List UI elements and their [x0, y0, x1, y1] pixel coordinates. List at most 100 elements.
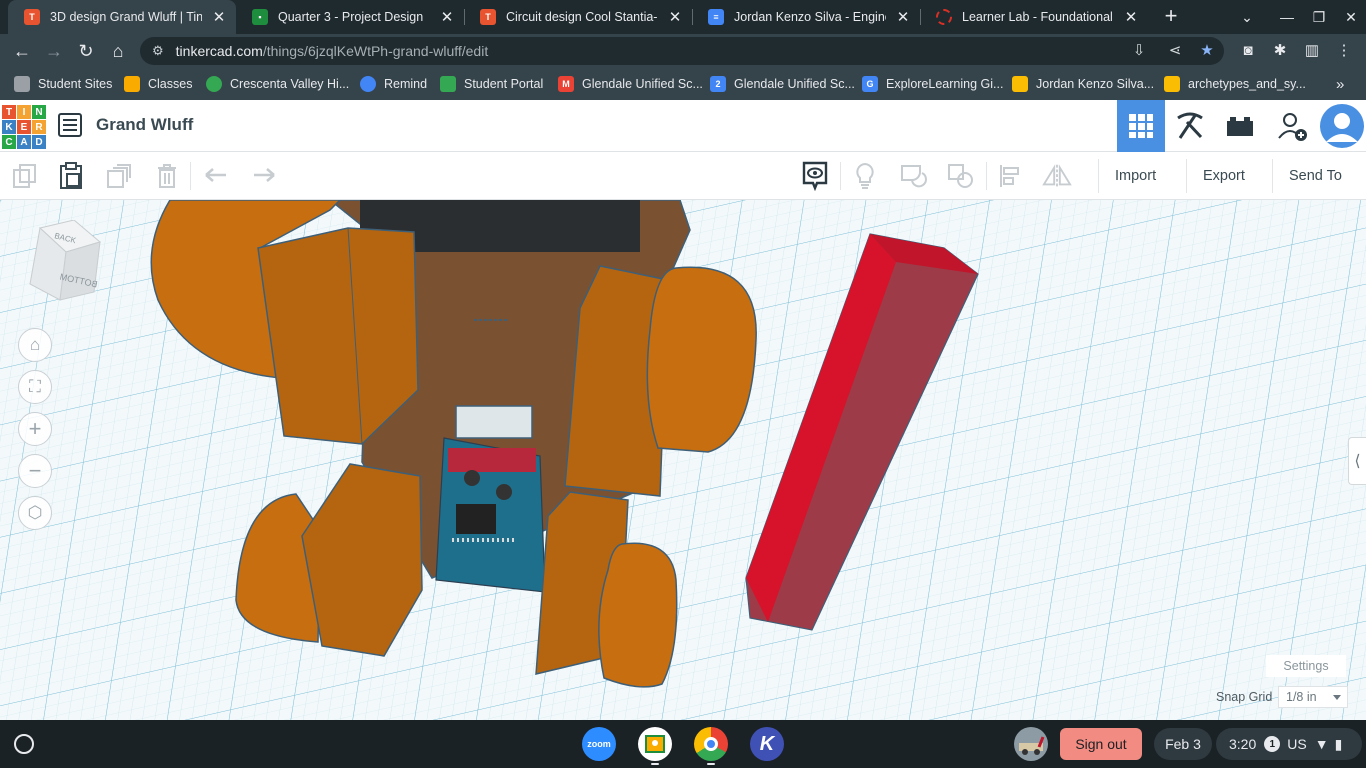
bookmark-star-icon[interactable]: ★ [1196, 37, 1218, 65]
zoom-in-icon[interactable]: + [18, 412, 52, 446]
chrome-menu-icon[interactable]: ⋮ [1330, 37, 1358, 65]
snap-grid-select[interactable]: 1/8 in [1278, 686, 1348, 708]
status-tray[interactable]: 3:20 1 US ▼ ▮ [1216, 728, 1362, 760]
view-cube[interactable]: BACK BOTTOM [28, 220, 104, 304]
bookmark-explorelearning[interactable]: G ExploreLearning Gi... [862, 75, 1003, 93]
editor-toolbar: Import Export Send To [0, 152, 1366, 200]
classroom-icon [124, 76, 140, 92]
bookmark-archetypes[interactable]: archetypes_and_sy... [1164, 75, 1306, 93]
bookmark-student-portal[interactable]: Student Portal [440, 75, 543, 93]
install-app-icon[interactable]: ⇩ [1128, 37, 1150, 65]
site-info-icon[interactable]: ⚙ [152, 43, 164, 59]
home-icon[interactable]: ⌂ [104, 37, 132, 65]
zoom-app-icon[interactable]: zoom [582, 727, 616, 761]
collapse-panel-chevron-icon[interactable]: ⟨ [1348, 437, 1366, 485]
new-tab-icon[interactable]: + [1158, 4, 1184, 30]
bookmark-remind[interactable]: Remind [360, 75, 427, 93]
close-tab-icon[interactable]: ✕ [666, 8, 684, 26]
export-button[interactable]: Export [1186, 159, 1264, 193]
right-rear-wheel[interactable] [646, 266, 757, 453]
bookmark-classes[interactable]: Classes [124, 75, 192, 93]
bookmark-glendale-2[interactable]: 2 Glendale Unified Sc... [710, 75, 855, 93]
close-tab-icon[interactable]: ✕ [438, 8, 456, 26]
tab-search-chevron-icon[interactable]: ⌄ [1230, 0, 1264, 34]
close-tab-icon[interactable]: ✕ [1122, 8, 1140, 26]
tinkercad-favicon-icon: T [24, 9, 40, 25]
bookmark-jordan-drive[interactable]: Jordan Kenzo Silva... [1012, 75, 1154, 93]
copy-icon[interactable] [10, 162, 40, 190]
back-arrow-icon[interactable]: ← [8, 37, 36, 65]
close-window-icon[interactable]: ✕ [1334, 0, 1366, 34]
avatar[interactable] [1318, 100, 1366, 152]
invite-user-icon[interactable] [1268, 100, 1316, 152]
left-rear-block[interactable] [257, 227, 419, 445]
close-tab-icon[interactable]: ✕ [894, 8, 912, 26]
close-tab-icon[interactable]: ✕ [210, 8, 228, 26]
zoom-out-icon[interactable]: − [18, 454, 52, 488]
battery-icon: ▮ [1334, 735, 1343, 752]
kami-app-icon[interactable]: K [750, 727, 784, 761]
blocks-pickaxe-icon[interactable] [1166, 100, 1214, 152]
align-icon[interactable] [996, 162, 1026, 190]
tab-circuit-design[interactable]: T Circuit design Cool Stantia-Kasi ✕ [464, 0, 692, 34]
paste-clipboard-icon[interactable] [56, 162, 86, 190]
workplane-grid [0, 200, 1366, 720]
snap-grid-label: Snap Grid [1216, 690, 1273, 704]
bookmarks-bar: Student Sites Classes Crescenta Valley H… [0, 68, 1366, 100]
design-title[interactable]: Grand Wluff [96, 115, 193, 135]
3d-view-grid-icon[interactable] [1117, 100, 1165, 152]
send-to-button[interactable]: Send To [1272, 159, 1366, 193]
perspective-cube-icon[interactable]: ⬡ [18, 496, 52, 530]
lightbulb-icon[interactable] [850, 162, 880, 190]
minimize-icon[interactable]: — [1270, 0, 1304, 34]
design-list-icon[interactable] [58, 113, 82, 137]
wifi-icon: ▼ [1314, 736, 1329, 752]
right-front-wheel[interactable] [598, 542, 678, 688]
tab-tinkercad-design[interactable]: T 3D design Grand Wluff | Tinkercad ✕ [8, 0, 236, 34]
settings-button[interactable]: Settings [1266, 655, 1346, 677]
tab-title: 3D design Grand Wluff | Tinkercad [50, 10, 202, 24]
user-avatar-icon[interactable] [1014, 727, 1048, 761]
extension-icon[interactable]: ◙ [1234, 37, 1262, 65]
ungroup-icon[interactable] [946, 162, 976, 190]
fit-view-icon[interactable]: ⛶ [18, 370, 52, 404]
tab-quarter-3[interactable]: ▪ Quarter 3 - Project Design ✕ [236, 0, 464, 34]
date-tray[interactable]: Feb 3 [1154, 728, 1212, 760]
tab-engineering-doc[interactable]: ≡ Jordan Kenzo Silva - Engineering ✕ [692, 0, 920, 34]
home-view-icon[interactable]: ⌂ [18, 328, 52, 362]
group-icon[interactable] [898, 162, 928, 190]
redo-icon[interactable] [248, 162, 278, 190]
bookmark-glendale-gmail[interactable]: M Glendale Unified Sc... [558, 75, 703, 93]
forward-arrow-icon[interactable]: → [40, 37, 68, 65]
remind-icon [360, 76, 376, 92]
duplicate-icon[interactable] [104, 162, 134, 190]
side-panel-icon[interactable]: ▥ [1298, 37, 1326, 65]
motor-driver-board[interactable] [435, 437, 546, 593]
address-bar[interactable]: ⚙ tinkercad.com/things/6jzqlKeWtPh-grand… [140, 37, 1224, 65]
bookmark-student-sites[interactable]: Student Sites [14, 75, 112, 93]
bookmark-crescenta-valley[interactable]: Crescenta Valley Hi... [206, 75, 349, 93]
share-icon[interactable]: ⋖ [1164, 37, 1186, 65]
restore-window-icon[interactable]: ❐ [1302, 0, 1336, 34]
reload-icon[interactable]: ↻ [72, 37, 100, 65]
extensions-puzzle-icon[interactable]: ✱ [1266, 37, 1294, 65]
tinkercad-logo[interactable]: T I N K E R C A D [2, 105, 46, 149]
chrome-app-icon[interactable] [694, 727, 728, 761]
launcher-icon[interactable] [14, 734, 34, 754]
google-classroom-app-icon[interactable] [638, 727, 672, 761]
workplane-canvas[interactable]: BACK BOTTOM ⌂ ⛶ + − ⬡ ⟨ Settings Snap Gr… [0, 200, 1366, 720]
bricks-icon[interactable] [1216, 100, 1264, 152]
drive-icon [1164, 76, 1180, 92]
notes-eye-icon[interactable] [800, 161, 830, 191]
undo-icon[interactable] [202, 162, 232, 190]
sign-out-button[interactable]: Sign out [1060, 728, 1142, 760]
trash-icon[interactable] [152, 162, 182, 190]
google-classroom-favicon-icon: ▪ [252, 9, 268, 25]
import-button[interactable]: Import [1098, 159, 1176, 193]
glendale-icon: 2 [710, 76, 726, 92]
chromeos-shelf: zoom K Sign out Feb 3 3:20 1 US ▼ ▮ [0, 720, 1366, 768]
more-bookmarks-icon[interactable]: » [1336, 75, 1344, 93]
tab-learner-lab[interactable]: Learner Lab - Foundational Serv ✕ [920, 0, 1148, 34]
portal-icon [440, 76, 456, 92]
mirror-icon[interactable] [1042, 162, 1072, 190]
